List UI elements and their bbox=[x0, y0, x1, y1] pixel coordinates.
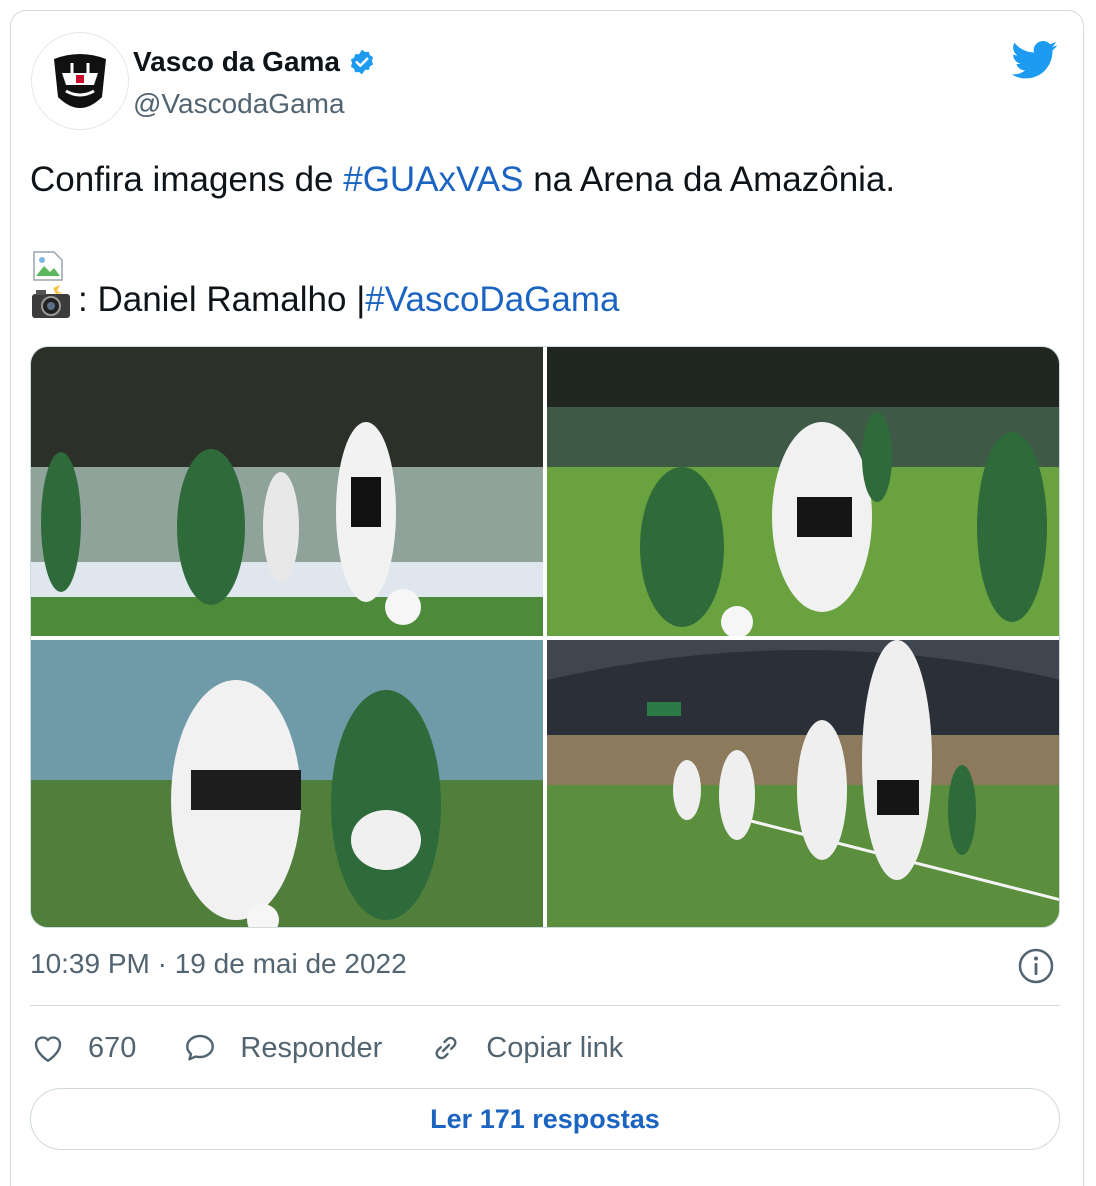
tweet-text-line1: Confira imagens de #GUAxVAS na Arena da … bbox=[30, 160, 895, 200]
match-photo-4[interactable] bbox=[547, 640, 1059, 927]
author-handle[interactable]: @VascodaGama bbox=[133, 88, 345, 120]
verified-badge-icon bbox=[350, 49, 374, 75]
read-replies-button[interactable]: Ler 171 respostas bbox=[30, 1088, 1060, 1150]
like-button[interactable]: 670 bbox=[30, 1030, 136, 1066]
match-photo-1[interactable] bbox=[31, 347, 543, 636]
hashtag-vascodagama[interactable]: #VascoDaGama bbox=[365, 280, 619, 320]
author-name[interactable]: Vasco da Gama bbox=[133, 46, 340, 78]
photo-grid bbox=[30, 346, 1060, 928]
like-count: 670 bbox=[88, 1031, 137, 1064]
camera-flash-icon bbox=[32, 282, 70, 318]
speech-bubble-icon bbox=[186, 1034, 215, 1061]
avatar[interactable] bbox=[31, 32, 129, 130]
action-bar: 670 Responder Copiar link bbox=[30, 1026, 669, 1070]
tweet-text-line2: : Daniel Ramalho | #VascoDaGama bbox=[30, 280, 619, 320]
divider bbox=[30, 1005, 1060, 1006]
tweet-timestamp[interactable]: 10:39 PM · 19 de mai de 2022 bbox=[30, 948, 407, 980]
tweet-text-end: na Arena da Amazônia. bbox=[523, 160, 896, 199]
info-icon[interactable] bbox=[1016, 946, 1056, 986]
copy-link-button[interactable]: Copiar link bbox=[428, 1030, 623, 1066]
vasco-crest-icon bbox=[34, 35, 126, 127]
match-photo-3[interactable] bbox=[31, 640, 543, 927]
link-icon bbox=[435, 1036, 457, 1060]
twitter-bird-icon[interactable] bbox=[1012, 40, 1058, 80]
match-photo-2[interactable] bbox=[547, 347, 1059, 636]
heart-icon bbox=[34, 1036, 62, 1062]
reply-label: Responder bbox=[240, 1031, 383, 1064]
photo-credit: : Daniel Ramalho | bbox=[78, 280, 366, 319]
copy-link-label: Copiar link bbox=[486, 1031, 624, 1064]
hashtag-guaxvas[interactable]: #GUAxVAS bbox=[343, 160, 523, 199]
reply-button[interactable]: Responder bbox=[182, 1030, 382, 1066]
broken-image-icon bbox=[33, 251, 63, 281]
tweet-text-start: Confira imagens de bbox=[30, 160, 344, 199]
author-row: Vasco da Gama bbox=[133, 46, 376, 78]
